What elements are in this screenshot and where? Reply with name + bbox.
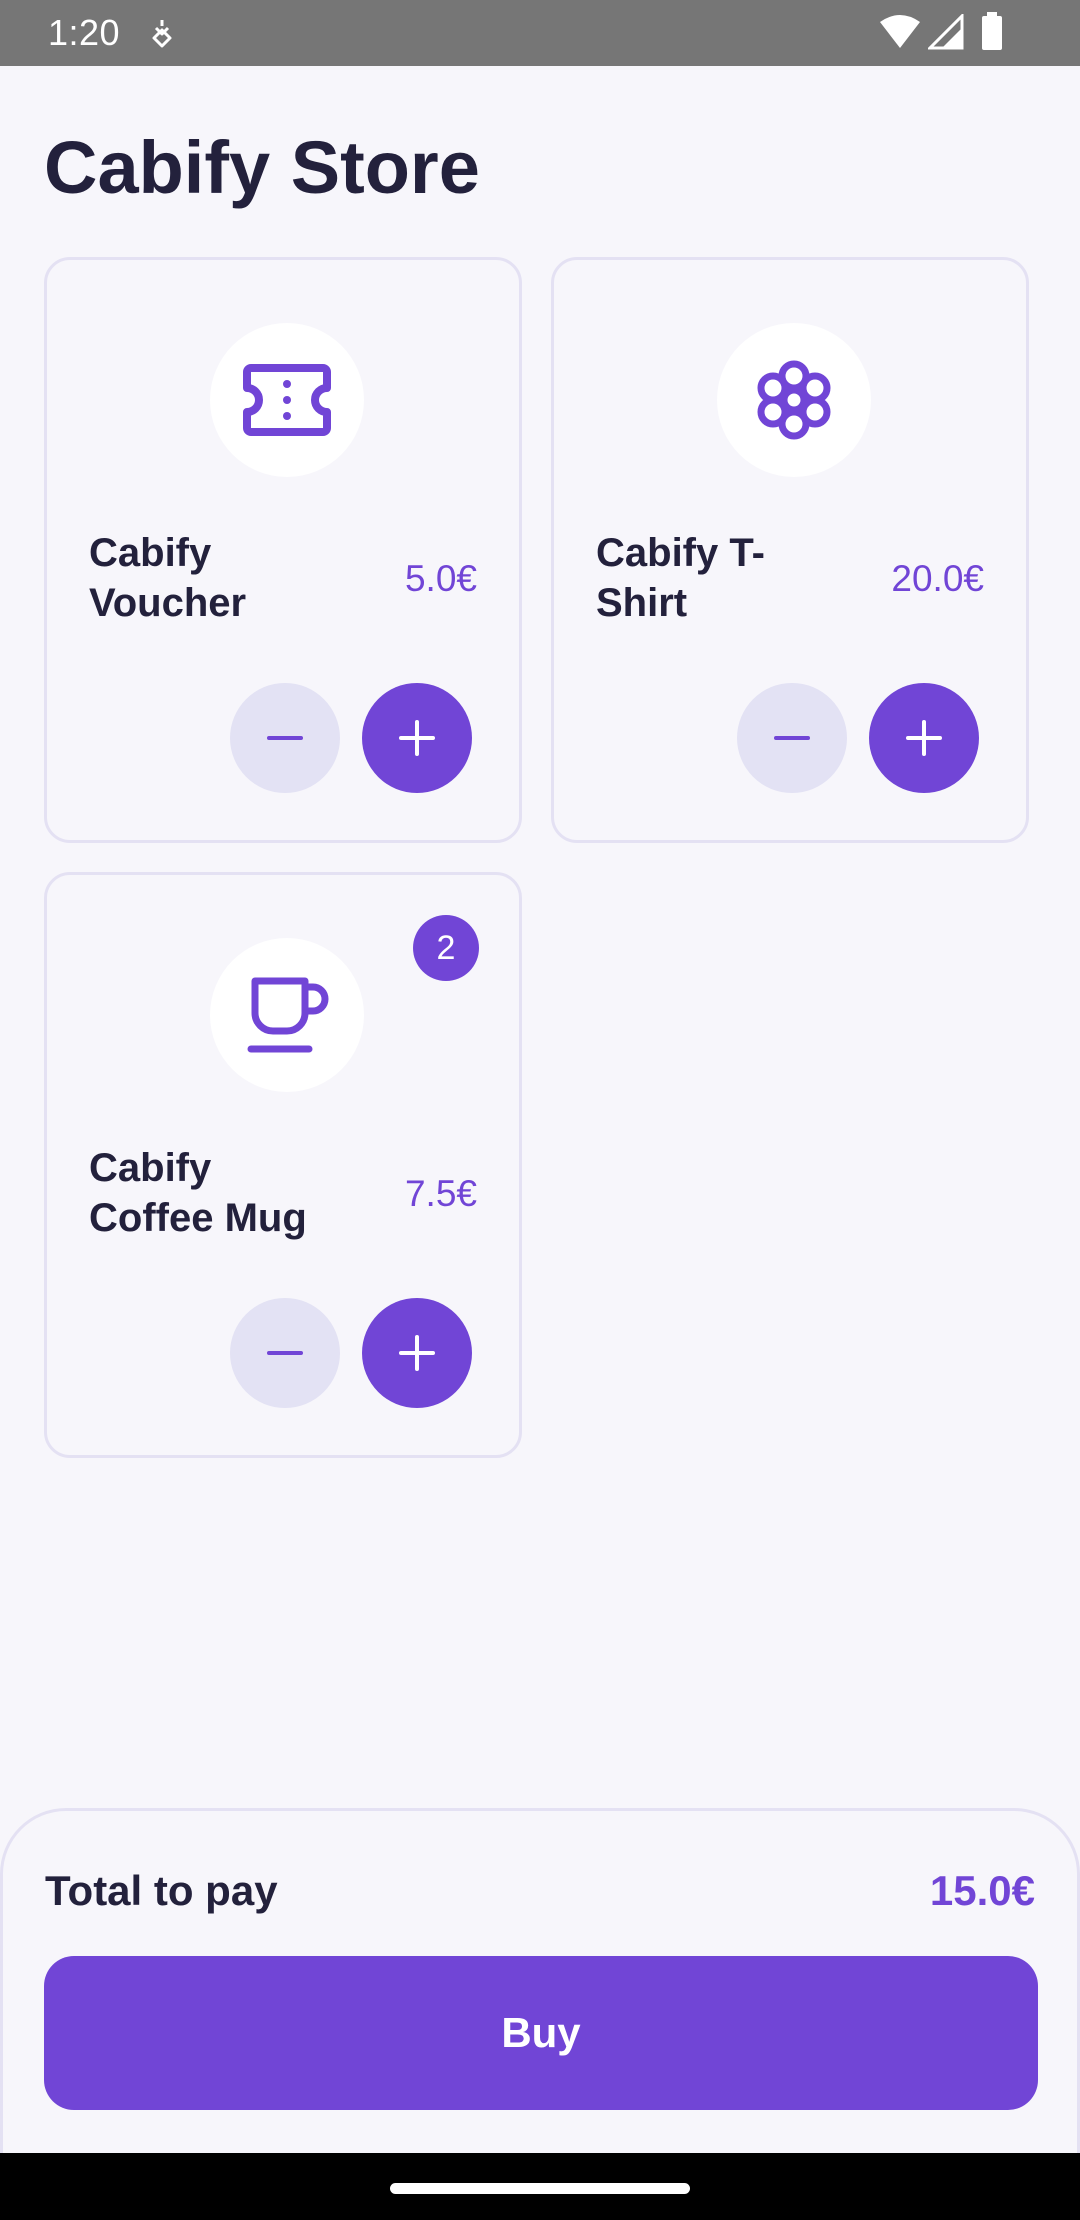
product-name: Cabify Voucher <box>89 531 247 625</box>
total-value: 15.0€ <box>929 1867 1035 1914</box>
product-name: Cabify Coffee Mug <box>89 1146 307 1240</box>
minus-icon <box>267 736 303 740</box>
checkout-panel: Total to pay 15.0€ Buy <box>0 1808 1080 2160</box>
status-time: 1:20 <box>48 12 121 53</box>
home-gesture-handle[interactable] <box>390 2183 690 2194</box>
decrease-quantity-button[interactable] <box>737 683 847 793</box>
navigation-bar <box>0 2153 1080 2220</box>
plus-icon <box>399 720 435 756</box>
increase-quantity-button[interactable] <box>362 683 472 793</box>
product-price: 5.0€ <box>404 558 477 599</box>
product-icon-container <box>717 323 871 477</box>
product-price: 20.0€ <box>891 558 984 599</box>
increase-quantity-button[interactable] <box>869 683 979 793</box>
product-icon-container <box>210 938 364 1092</box>
decrease-quantity-button[interactable] <box>230 683 340 793</box>
page-title: Cabify Store <box>44 126 480 209</box>
flower-icon <box>757 360 831 440</box>
signal-icon <box>928 14 964 50</box>
coffee-mug-icon <box>247 977 329 1053</box>
wifi-icon <box>880 15 920 48</box>
quantity-badge: 2 <box>413 915 479 981</box>
status-bar: 1:20 <box>0 0 1080 66</box>
battery-icon <box>982 12 1002 50</box>
increase-quantity-button[interactable] <box>362 1298 472 1408</box>
minus-icon <box>267 1351 303 1355</box>
minus-icon <box>774 736 810 740</box>
product-card-tshirt: Cabify T-Shirt 20.0€ <box>551 257 1029 843</box>
voucher-ticket-icon <box>243 364 331 436</box>
plus-icon <box>399 1335 435 1371</box>
decrease-quantity-button[interactable] <box>230 1298 340 1408</box>
product-card-voucher: Cabify Voucher 5.0€ <box>44 257 522 843</box>
product-icon-container <box>210 323 364 477</box>
product-name: Cabify T-Shirt <box>596 531 765 625</box>
product-card-coffee-mug: 2 Cabify Coffee Mug 7.5€ <box>44 872 522 1458</box>
product-price: 7.5€ <box>404 1173 477 1214</box>
total-label: Total to pay <box>45 1867 278 1914</box>
plus-icon <box>906 720 942 756</box>
notification-icon <box>152 20 172 48</box>
buy-button[interactable]: Buy <box>44 1956 1038 2110</box>
